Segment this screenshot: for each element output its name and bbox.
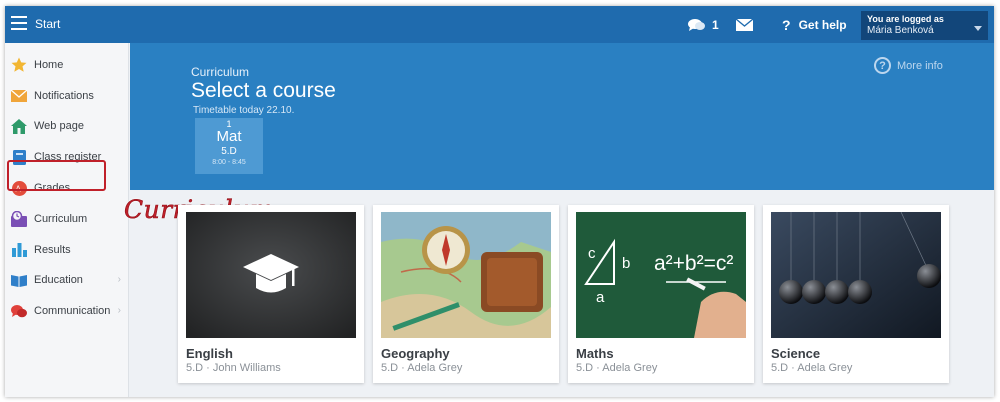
course-name: Science: [771, 346, 821, 361]
course-meta: 5.D · Adela Grey: [381, 362, 463, 374]
lesson-class: 5.D: [221, 146, 237, 157]
lesson-subject: Mat: [216, 128, 242, 145]
open-book-icon: [11, 272, 27, 288]
sidebar-item-label: Curriculum: [34, 213, 88, 225]
speech-bubbles-icon: [11, 303, 27, 319]
messages-button[interactable]: 1: [688, 6, 719, 43]
hamburger-icon[interactable]: [11, 16, 27, 30]
question-icon: ?: [782, 16, 791, 33]
get-help-label: Get help: [798, 17, 847, 32]
course-card-english[interactable]: English 5.D · John Williams: [178, 205, 364, 383]
more-info-label: More info: [897, 59, 943, 72]
question-circle-icon: ?: [874, 57, 891, 74]
chevron-right-icon: ›: [117, 274, 121, 285]
bar-chart-icon: [11, 242, 27, 258]
sidebar-item-label: Results: [34, 244, 71, 256]
course-meta: 5.D · Adela Grey: [576, 362, 658, 374]
user-name: Mária Benková: [867, 25, 934, 36]
course-card-maths[interactable]: c b a a²+b²=c² Maths 5.D · Adela Grey: [568, 205, 754, 383]
app-title[interactable]: Start: [35, 17, 60, 31]
chat-count: 1: [712, 17, 719, 32]
hero-header: Curriculum Select a course Timetable tod…: [130, 43, 994, 190]
sidebar-item-web-page[interactable]: Web page: [5, 111, 129, 141]
envelope-icon: [11, 88, 27, 104]
course-meta: 5.D · Adela Grey: [771, 362, 853, 374]
course-card-geography[interactable]: Geography 5.D · Adela Grey: [373, 205, 559, 383]
chevron-down-icon: [974, 26, 982, 31]
course-name: English: [186, 346, 233, 361]
user-status: You are logged as: [867, 14, 944, 24]
top-bar: Start 1 ? Get help You are logged as Már…: [5, 6, 994, 43]
section-kicker: Curriculum: [191, 65, 250, 79]
svg-text:c: c: [588, 245, 596, 262]
curriculum-highlight-box: [7, 160, 106, 191]
course-image-science: [771, 212, 941, 338]
sidebar-item-communication[interactable]: Communication ›: [5, 296, 129, 326]
app-window: Start 1 ? Get help You are logged as Már…: [5, 6, 994, 397]
sidebar-item-home[interactable]: Home: [5, 50, 129, 80]
sidebar-item-label: Home: [34, 59, 64, 71]
sidebar-item-curriculum[interactable]: Curriculum: [5, 204, 129, 234]
get-help-button[interactable]: ? Get help: [782, 6, 847, 43]
sidebar-item-label: Communication: [34, 305, 111, 317]
course-name: Geography: [381, 346, 450, 361]
chevron-right-icon: ›: [117, 305, 121, 316]
lesson-time: 8:00 - 8:45: [212, 159, 246, 166]
sidebar-item-label: Education: [34, 274, 83, 286]
course-image-geography: [381, 212, 551, 338]
house-icon: [11, 118, 27, 134]
timetable-lesson-tile[interactable]: 1 Mat 5.D 8:00 - 8:45: [195, 118, 263, 174]
more-info-link[interactable]: ? More info: [874, 57, 943, 74]
timetable-label: Timetable today 22.10.: [193, 105, 295, 116]
sidebar-item-label: Notifications: [34, 90, 94, 102]
envelope-icon: [736, 18, 753, 31]
course-image-english: [186, 212, 356, 338]
svg-text:a²+b²=c²: a²+b²=c²: [654, 252, 733, 275]
course-image-maths: c b a a²+b²=c²: [576, 212, 746, 338]
curriculum-icon: [11, 211, 27, 227]
sidebar-item-label: Web page: [34, 120, 84, 132]
chat-icon: [688, 18, 705, 31]
star-icon: [11, 57, 27, 73]
svg-text:b: b: [622, 255, 630, 272]
sidebar: Home Notifications Web page Class regist…: [5, 43, 129, 397]
sidebar-item-education[interactable]: Education ›: [5, 265, 129, 295]
sidebar-item-notifications[interactable]: Notifications: [5, 81, 129, 111]
user-menu[interactable]: You are logged as Mária Benková: [861, 11, 988, 40]
mail-button[interactable]: [736, 6, 753, 43]
svg-text:a: a: [596, 289, 605, 306]
course-card-science[interactable]: Science 5.D · Adela Grey: [763, 205, 949, 383]
sidebar-item-results[interactable]: Results: [5, 235, 129, 265]
course-name: Maths: [576, 346, 614, 361]
page-title: Select a course: [191, 79, 336, 102]
course-meta: 5.D · John Williams: [186, 362, 281, 374]
